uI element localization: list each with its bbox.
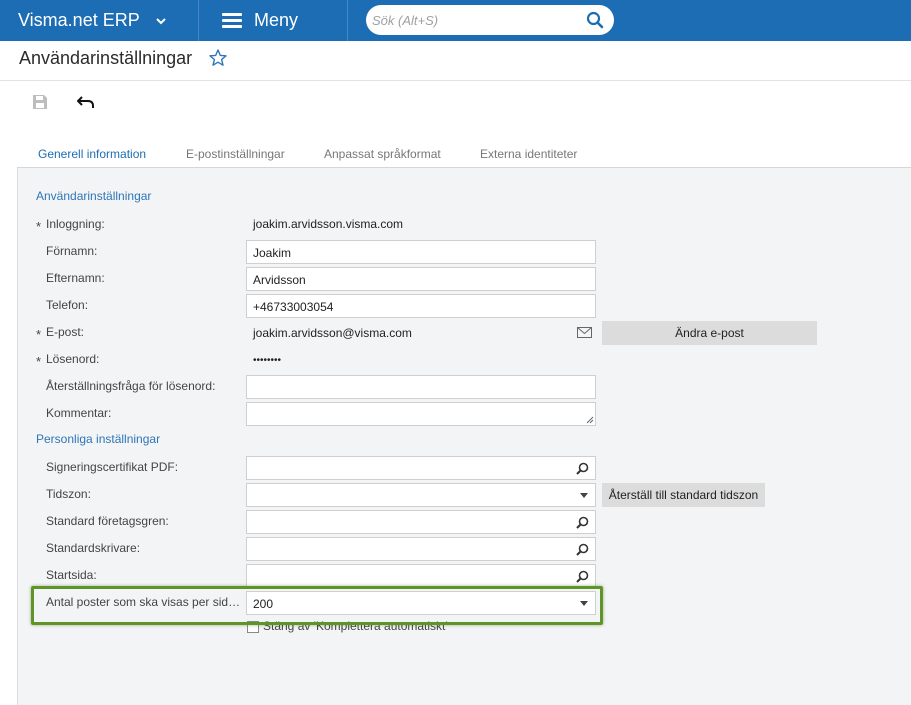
- required-marker: *: [36, 327, 42, 342]
- comment-field[interactable]: [246, 402, 596, 426]
- default-printer-label: Standardskrivare:: [46, 541, 141, 555]
- tab-custom-locale-format[interactable]: Anpassat språkformat: [324, 142, 441, 168]
- lastname-field[interactable]: Arvidsson: [246, 267, 596, 291]
- pdf-cert-field[interactable]: [246, 456, 596, 480]
- search-box: [366, 5, 614, 35]
- login-label: Inloggning:: [46, 217, 105, 231]
- search-icon[interactable]: [576, 570, 589, 583]
- reset-timezone-button[interactable]: Återställ till standard tidszon: [602, 483, 765, 507]
- search-icon[interactable]: [576, 516, 589, 529]
- email-text: joakim.arvidsson@visma.com: [253, 326, 412, 340]
- tab-email-settings[interactable]: E-postinställningar: [186, 142, 285, 168]
- password-value: ••••••••: [253, 355, 282, 366]
- default-printer-field[interactable]: [246, 537, 596, 561]
- section-header-user-settings: Användarinställningar: [36, 189, 152, 203]
- comment-label: Kommentar:: [46, 406, 112, 420]
- envelope-icon[interactable]: [577, 326, 592, 339]
- divider: [0, 80, 911, 81]
- change-email-button[interactable]: Ändra e-post: [602, 321, 817, 345]
- search-input[interactable]: [372, 9, 582, 31]
- dropdown-arrow-icon[interactable]: [580, 493, 588, 498]
- phone-label: Telefon:: [46, 298, 89, 312]
- tab-external-identities[interactable]: Externa identiteter: [480, 142, 577, 168]
- chevron-down-icon: [156, 17, 166, 24]
- password-label: Lösenord:: [46, 352, 100, 366]
- required-marker: *: [36, 219, 42, 234]
- section-header-personal-settings: Personliga inställningar: [36, 432, 161, 446]
- search-icon[interactable]: [576, 543, 589, 556]
- search-icon[interactable]: [576, 462, 589, 475]
- phone-field[interactable]: +46733003054: [246, 294, 596, 318]
- login-value: joakim.arvidsson.visma.com: [253, 217, 404, 231]
- firstname-field[interactable]: Joakim: [246, 240, 596, 264]
- top-bar: Visma.net ERP Meny: [0, 0, 911, 41]
- timezone-select[interactable]: [246, 483, 596, 507]
- lastname-label: Efternamn:: [46, 271, 105, 285]
- page-title: Användarinställningar: [19, 48, 193, 68]
- pdf-cert-label: Signeringscertifikat PDF:: [46, 460, 179, 474]
- undo-icon[interactable]: [77, 94, 95, 110]
- start-page-field[interactable]: [246, 564, 596, 588]
- search-icon[interactable]: [586, 11, 604, 29]
- reset-question-label: Återställningsfråga för lösenord:: [46, 379, 216, 393]
- menu-label: Meny: [254, 10, 299, 30]
- reset-question-field[interactable]: [246, 375, 596, 399]
- start-page-label: Startsida:: [46, 568, 97, 582]
- tab-general-info[interactable]: Generell information: [35, 142, 149, 169]
- email-value: joakim.arvidsson@visma.com: [246, 321, 596, 345]
- favorite-star-icon[interactable]: [208, 48, 228, 68]
- menu-button[interactable]: Meny: [200, 0, 348, 41]
- hamburger-icon: [222, 13, 242, 28]
- highlight-annotation: [31, 586, 603, 625]
- app-switcher[interactable]: Visma.net ERP: [0, 0, 199, 41]
- default-branch-label: Standard företagsgren:: [46, 514, 169, 528]
- default-branch-field[interactable]: [246, 510, 596, 534]
- app-title: Visma.net ERP: [18, 10, 140, 30]
- email-label: E-post:: [46, 325, 85, 339]
- timezone-label: Tidszon:: [46, 487, 91, 501]
- save-icon[interactable]: [32, 94, 48, 110]
- firstname-label: Förnamn:: [46, 244, 98, 258]
- required-marker: *: [36, 354, 42, 369]
- resize-handle-icon[interactable]: [586, 416, 594, 424]
